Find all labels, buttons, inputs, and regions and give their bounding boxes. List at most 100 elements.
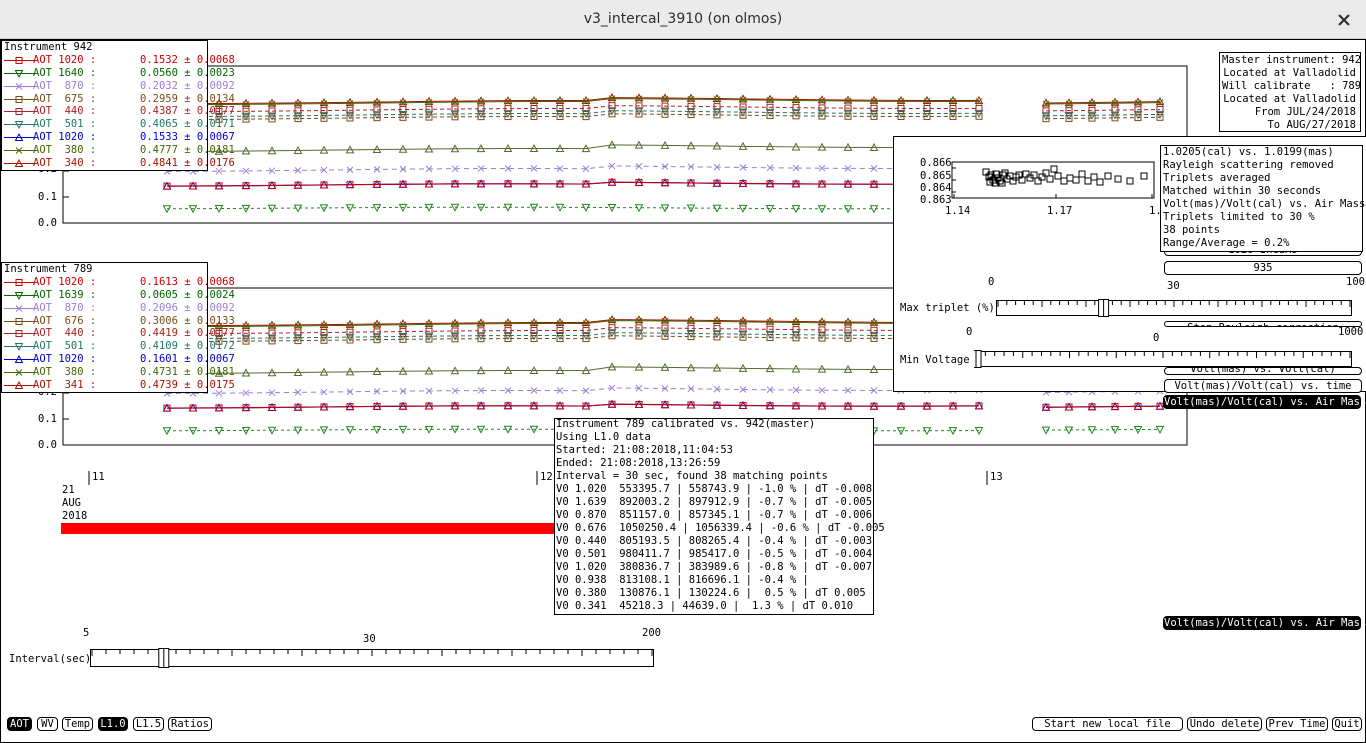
mini-plot-point	[1022, 170, 1030, 178]
legend-row: AOT 1639 : 0.0605 ± 0.0024	[2, 288, 235, 302]
legend-row: AOT 501 : 0.4109 ± 0.0172	[2, 340, 235, 353]
legend-label: AOT 1020 :	[33, 275, 97, 288]
aot-series	[163, 317, 983, 330]
date-day: 21	[62, 484, 75, 496]
time-tick: 12	[540, 471, 553, 483]
mini-plot-point	[1114, 175, 1122, 183]
master-info-panel: Master instrument: 942 Located at Vallad…	[1219, 52, 1361, 132]
legend-row: AOT 1020 : 0.1601 ± 0.0067	[2, 353, 235, 366]
app-canvas: 0.2 0.1 0.0 0.2 0.1 0.0 Instrument 942 A…	[0, 39, 1366, 743]
min-voltage-min: 0	[966, 326, 973, 338]
aot-series	[162, 140, 984, 155]
legend-label: AOT 1639 :	[33, 288, 97, 301]
legend-symbol-icon	[4, 147, 34, 154]
date-year: 2018	[62, 510, 88, 522]
legend-value: 0.2959 ± 0.0134	[140, 92, 235, 105]
volt-vs-time-button[interactable]: Volt(mas)/Volt(cal) vs. time	[1164, 379, 1362, 393]
legend-value: 0.1532 ± 0.0068	[140, 53, 235, 66]
legend-symbol-icon	[4, 317, 34, 325]
legend-row: AOT 675 : 0.2959 ± 0.0134	[2, 93, 235, 106]
legend-label: AOT 501 :	[33, 340, 97, 353]
aot-series	[162, 362, 984, 377]
mini-plot-point	[1090, 173, 1098, 181]
interval-label: Interval(sec)	[9, 653, 92, 665]
aot-button[interactable]: AOT	[7, 717, 32, 731]
mini-plot-point	[1104, 172, 1112, 180]
legend-symbol-icon	[4, 69, 34, 78]
undo-delete-button[interactable]: Undo delete	[1187, 717, 1262, 731]
max-triplet-max: 100	[1346, 276, 1365, 288]
mini-plot-point	[1038, 173, 1046, 181]
l10-button[interactable]: L1.0	[98, 717, 128, 731]
legend-symbol-icon	[4, 304, 34, 312]
aot-series	[162, 315, 984, 329]
min-voltage-mid: 0	[1153, 332, 1160, 344]
master-line: From JUL/24/2018	[1254, 106, 1356, 118]
start-local-file-button[interactable]: Start new local file	[1032, 717, 1183, 731]
result-line: V0 0.676 1050250.4 | 1056339.4 | -0.6 % …	[556, 522, 885, 534]
legend-row: AOT 676 : 0.3006 ± 0.0133	[2, 314, 235, 328]
legend-label: AOT 1020 :	[33, 53, 97, 66]
legend-row: AOT 501 : 0.4065 ± 0.0171	[2, 118, 235, 131]
legend-value: 0.0605 ± 0.0024	[140, 288, 235, 301]
result-line: V0 0.938 813108.1 | 816696.1 | -0.4 % |	[556, 574, 809, 586]
mini-ytick: 0.866	[920, 157, 952, 169]
volt-vs-airmass-button[interactable]: Volt(mas)/Volt(cal) vs. Air Mass	[1163, 395, 1366, 409]
aot-series	[163, 95, 983, 108]
volt-vs-airmass-button-2[interactable]: Volt(mas)/Volt(cal) vs. Air Mass	[1163, 616, 1366, 630]
master-line: Located at Valladolid	[1223, 67, 1356, 79]
time-tick: 13	[990, 471, 1003, 483]
temp-button[interactable]: Temp	[62, 717, 93, 731]
legend-row: AOT 380 : 0.4777 ± 0.0181	[2, 144, 235, 157]
mini-xtick: 1.17	[1047, 205, 1073, 217]
ratios-button[interactable]: Ratios	[168, 717, 212, 731]
max-triplet-min: 0	[988, 276, 995, 288]
volt-vs-volt-button[interactable]: Volt(mas) vs. Volt(cal)	[1164, 367, 1362, 375]
window-title: v3_intercal_3910 (on olmos)	[583, 11, 783, 27]
mini-plot-point	[1140, 172, 1148, 180]
result-line: Interval = 30 sec, found 38 matching poi…	[556, 470, 828, 482]
aot-series	[163, 110, 983, 123]
legend-row: AOT 870 : 0.2096 ± 0.0092	[2, 302, 235, 315]
legend-label: AOT 380 :	[33, 366, 97, 379]
legend-value: 0.4777 ± 0.0181	[140, 144, 235, 157]
result-line: V0 0.380 130876.1 | 130224.6 | 0.5 % | d…	[556, 587, 866, 599]
result-line: Using L1.0 data	[556, 431, 651, 443]
legend-row: AOT 1020 : 0.1613 ± 0.0068	[2, 275, 235, 289]
aot-series	[163, 162, 983, 175]
date-month: AUG	[62, 497, 81, 509]
min-voltage-slider[interactable]	[974, 350, 1352, 368]
legend-row: AOT 440 : 0.4387 ± 0.0177	[2, 105, 235, 118]
legend-label: AOT 676 :	[33, 314, 97, 327]
legend-label: AOT 1020 :	[33, 353, 97, 366]
wv-button[interactable]: WV	[37, 717, 58, 731]
max-triplet-slider[interactable]	[996, 299, 1352, 317]
mini-plot-point	[1054, 172, 1062, 180]
legend-value: 0.4731 ± 0.0181	[140, 366, 235, 379]
slider-handle[interactable]	[974, 350, 982, 368]
interval-slider[interactable]	[90, 648, 654, 668]
time-range-bar[interactable]	[61, 523, 561, 534]
legend-value: 0.4739 ± 0.0175	[140, 379, 235, 392]
l15-button[interactable]: L1.5	[133, 717, 164, 731]
result-line: V0 0.440 805193.5 | 808265.4 | -0.4 % | …	[556, 535, 873, 547]
aot-series	[163, 400, 983, 412]
interval-max: 200	[642, 627, 661, 639]
legend-symbol-icon	[4, 108, 34, 116]
master-line: Located at Valladolid	[1223, 93, 1356, 105]
legend-symbol-icon	[4, 380, 34, 390]
legend-symbol-icon	[4, 291, 34, 300]
mini-plot-point	[1034, 177, 1042, 185]
legend-label: AOT 870 :	[33, 79, 97, 92]
channel-935-button[interactable]: 935	[1164, 261, 1362, 275]
legend-value: 0.4841 ± 0.0176	[140, 157, 235, 170]
aot-series	[1042, 106, 1164, 115]
quit-button[interactable]: Quit	[1332, 717, 1362, 731]
legend-symbol-icon	[4, 343, 34, 352]
aot-series	[162, 93, 984, 107]
legend-instrument-942: Instrument 942 AOT 1020 : 0.1532 ± 0.0068…	[1, 40, 235, 171]
result-line: V0 1.639 892003.2 | 897912.9 | -0.7 % | …	[556, 496, 873, 508]
close-icon[interactable]	[1336, 12, 1352, 28]
prev-time-button[interactable]: Prev Time	[1266, 717, 1328, 731]
rayleigh-button[interactable]: Stop Rayleigh correction	[1164, 321, 1362, 327]
